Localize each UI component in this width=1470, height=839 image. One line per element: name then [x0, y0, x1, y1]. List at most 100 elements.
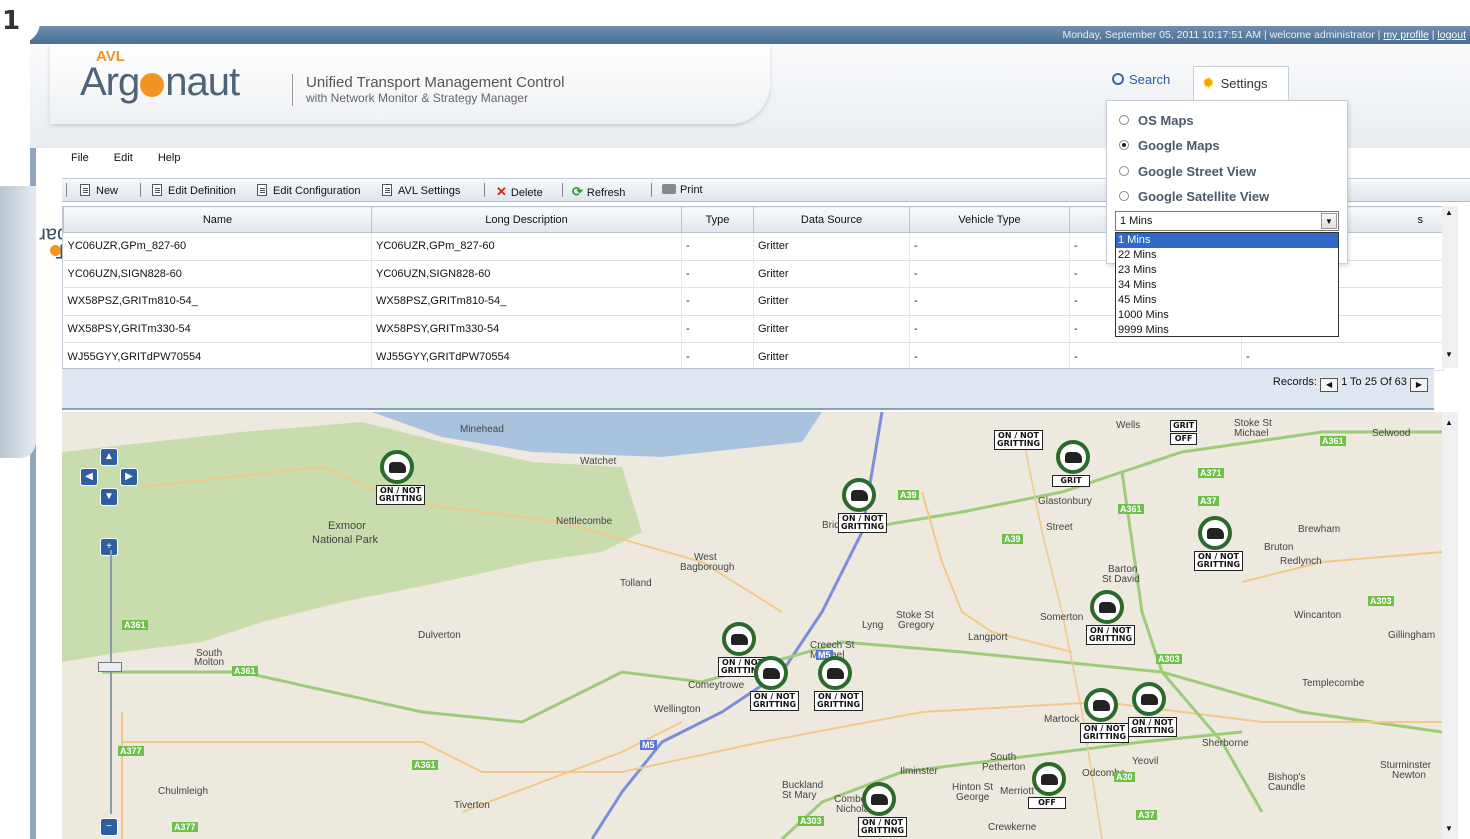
- pan-up-button[interactable]: ▲: [100, 448, 118, 466]
- delete-button[interactable]: ✕ Delete: [496, 184, 543, 200]
- search-label: Search: [1129, 72, 1171, 87]
- place-label: Bagborough: [680, 562, 735, 573]
- vehicle-status-label: ON / NOT GRITTING: [814, 691, 864, 711]
- place-label: Lyng: [862, 620, 884, 631]
- option-45-mins[interactable]: 45 Mins: [1116, 293, 1338, 308]
- vehicle-marker[interactable]: ON / NOT GRITTING: [994, 412, 1044, 450]
- new-button[interactable]: New: [80, 184, 118, 197]
- vehicle-status-label: ON / NOT GRITTING: [994, 430, 1044, 450]
- refresh-button[interactable]: ⟳ Refresh: [572, 184, 625, 200]
- road-label: A361: [232, 666, 258, 676]
- vehicle-marker[interactable]: ON / NOT GRITTING: [1194, 516, 1244, 571]
- pan-left-button[interactable]: ◀: [80, 468, 98, 486]
- zoom-out-button[interactable]: −: [100, 818, 118, 836]
- column-header-type[interactable]: Type: [681, 206, 754, 233]
- map-option-google-maps[interactable]: Google Maps: [1119, 138, 1220, 153]
- option-22-mins[interactable]: 22 Mins: [1116, 248, 1338, 263]
- step-number: 1: [2, 6, 21, 36]
- toolbar-separator: [66, 183, 67, 197]
- radio-selected-icon[interactable]: [1119, 140, 1129, 150]
- option-1000-mins[interactable]: 1000 Mins: [1116, 308, 1338, 323]
- scroll-down-icon[interactable]: ▼: [1445, 824, 1453, 833]
- option-34-mins[interactable]: 34 Mins: [1116, 278, 1338, 293]
- column-header-long-description[interactable]: Long Description: [371, 206, 682, 233]
- vehicle-marker[interactable]: GRIT OFF: [1170, 412, 1198, 445]
- next-page-button[interactable]: ▶: [1410, 378, 1428, 392]
- map-option-os-maps[interactable]: OS Maps: [1119, 113, 1194, 128]
- vehicle-marker[interactable]: ON / NOT GRITTING: [376, 450, 426, 505]
- vehicle-marker[interactable]: ON / NOT GRITTING: [1080, 688, 1130, 743]
- place-label: Chulmleigh: [158, 786, 209, 797]
- refresh-interval-select[interactable]: 1 Mins ▼: [1115, 211, 1339, 231]
- search-link[interactable]: Search: [1112, 72, 1170, 87]
- option-23-mins[interactable]: 23 Mins: [1116, 263, 1338, 278]
- radio-icon[interactable]: [1119, 115, 1129, 125]
- road-label: A303: [1368, 596, 1394, 606]
- edit-configuration-button[interactable]: Edit Configuration: [257, 184, 360, 197]
- menu-help[interactable]: Help: [158, 152, 181, 164]
- map-option-street-view[interactable]: Google Street View: [1119, 164, 1256, 179]
- vehicle-marker[interactable]: ON / NOT GRITTING: [750, 656, 800, 711]
- toolbar-tab[interactable]: Tolbar: [0, 186, 84, 458]
- vehicle-marker[interactable]: GRIT: [1052, 440, 1090, 487]
- column-header-data-source[interactable]: Data Source: [753, 206, 910, 233]
- vehicle-marker[interactable]: OFF: [1028, 762, 1066, 809]
- option-9999-mins[interactable]: 9999 Mins: [1116, 323, 1338, 338]
- chevron-down-icon[interactable]: ▼: [1321, 213, 1337, 229]
- radio-icon[interactable]: [1119, 166, 1129, 176]
- menu-edit[interactable]: Edit: [114, 152, 133, 164]
- pan-right-button[interactable]: ▶: [120, 468, 138, 486]
- vehicle-status-label: ON / NOT GRITTING: [750, 691, 800, 711]
- place-label: Exmoor: [328, 520, 366, 532]
- grid-scrollbar[interactable]: ▲ ▼: [1442, 206, 1458, 368]
- place-label: Langport: [968, 632, 1008, 643]
- map-view[interactable]: ▲ ◀ ▶ ▼ + − Minehead Watchet Exmoor Nati…: [62, 412, 1442, 839]
- option-1-mins[interactable]: 1 Mins: [1116, 233, 1338, 248]
- place-label: Wincanton: [1294, 610, 1342, 621]
- vehicle-marker[interactable]: ON / NOT GRITTING: [1128, 682, 1178, 737]
- scroll-up-icon[interactable]: ▲: [1445, 208, 1453, 217]
- table-cell: YC06UZR,GPm_827-60: [371, 232, 682, 261]
- table-cell: -: [681, 232, 754, 261]
- vehicle-marker[interactable]: ON / NOT GRITTING: [838, 478, 888, 533]
- radio-icon[interactable]: [1119, 191, 1129, 201]
- logout-link[interactable]: logout: [1437, 29, 1466, 41]
- table-cell: WJ55GYY,GRITdPW70554: [63, 342, 372, 371]
- my-profile-link[interactable]: my profile: [1383, 29, 1429, 41]
- zoom-slider-handle[interactable]: [98, 662, 122, 672]
- map-option-satellite-view[interactable]: Google Satellite View: [1119, 189, 1269, 204]
- logo-text-start: Arg: [80, 60, 140, 104]
- place-label: Yeovil: [1132, 756, 1159, 767]
- edit-definition-button[interactable]: Edit Definition: [152, 184, 236, 197]
- column-header-name[interactable]: Name: [63, 206, 372, 233]
- prev-page-button[interactable]: ◀: [1320, 378, 1339, 392]
- vehicle-marker[interactable]: ON / NOT GRITTING: [858, 782, 908, 837]
- vehicle-marker[interactable]: ON / NOT GRITTING: [1086, 590, 1136, 645]
- road-label: A377: [172, 822, 198, 832]
- road-line: [1241, 551, 1442, 583]
- table-cell: Gritter: [753, 232, 910, 261]
- zoom-slider-track[interactable]: [110, 550, 112, 814]
- scroll-up-icon[interactable]: ▲: [1445, 418, 1453, 427]
- table-row[interactable]: WJ55GYY,GRITdPW70554 WJ55GYY,GRITdPW70554…: [63, 342, 1444, 371]
- zoom-in-button[interactable]: +: [100, 538, 118, 556]
- table-cell: WJ55GYY,GRITdPW70554: [371, 342, 682, 371]
- settings-tab[interactable]: ✹ Settings: [1193, 66, 1289, 100]
- place-label: Gregory: [898, 620, 935, 631]
- print-button[interactable]: Print: [662, 184, 703, 196]
- vehicle-marker[interactable]: ON / NOT GRITTING: [814, 656, 864, 711]
- search-icon: [1112, 73, 1124, 85]
- map-scrollbar[interactable]: ▲ ▼: [1442, 412, 1458, 839]
- menu-file[interactable]: File: [71, 152, 89, 164]
- road-label: A39: [898, 490, 919, 500]
- avl-settings-button[interactable]: AVL Settings: [382, 184, 460, 197]
- table-cell: YC06UZN,SIGN828-60: [371, 260, 682, 289]
- gritter-icon: [754, 656, 788, 690]
- pager: Records: ◀ 1 To 25 Of 63 ▶: [62, 368, 1434, 410]
- place-label: Newton: [1392, 770, 1426, 781]
- logo-card: AVL Arg naut Unified Transport Management…: [50, 44, 770, 124]
- column-header-vehicle-type[interactable]: Vehicle Type: [909, 206, 1070, 233]
- vehicle-status-label: ON / NOT GRITTING: [1128, 717, 1178, 737]
- pan-down-button[interactable]: ▼: [100, 488, 118, 506]
- scroll-down-icon[interactable]: ▼: [1445, 350, 1453, 359]
